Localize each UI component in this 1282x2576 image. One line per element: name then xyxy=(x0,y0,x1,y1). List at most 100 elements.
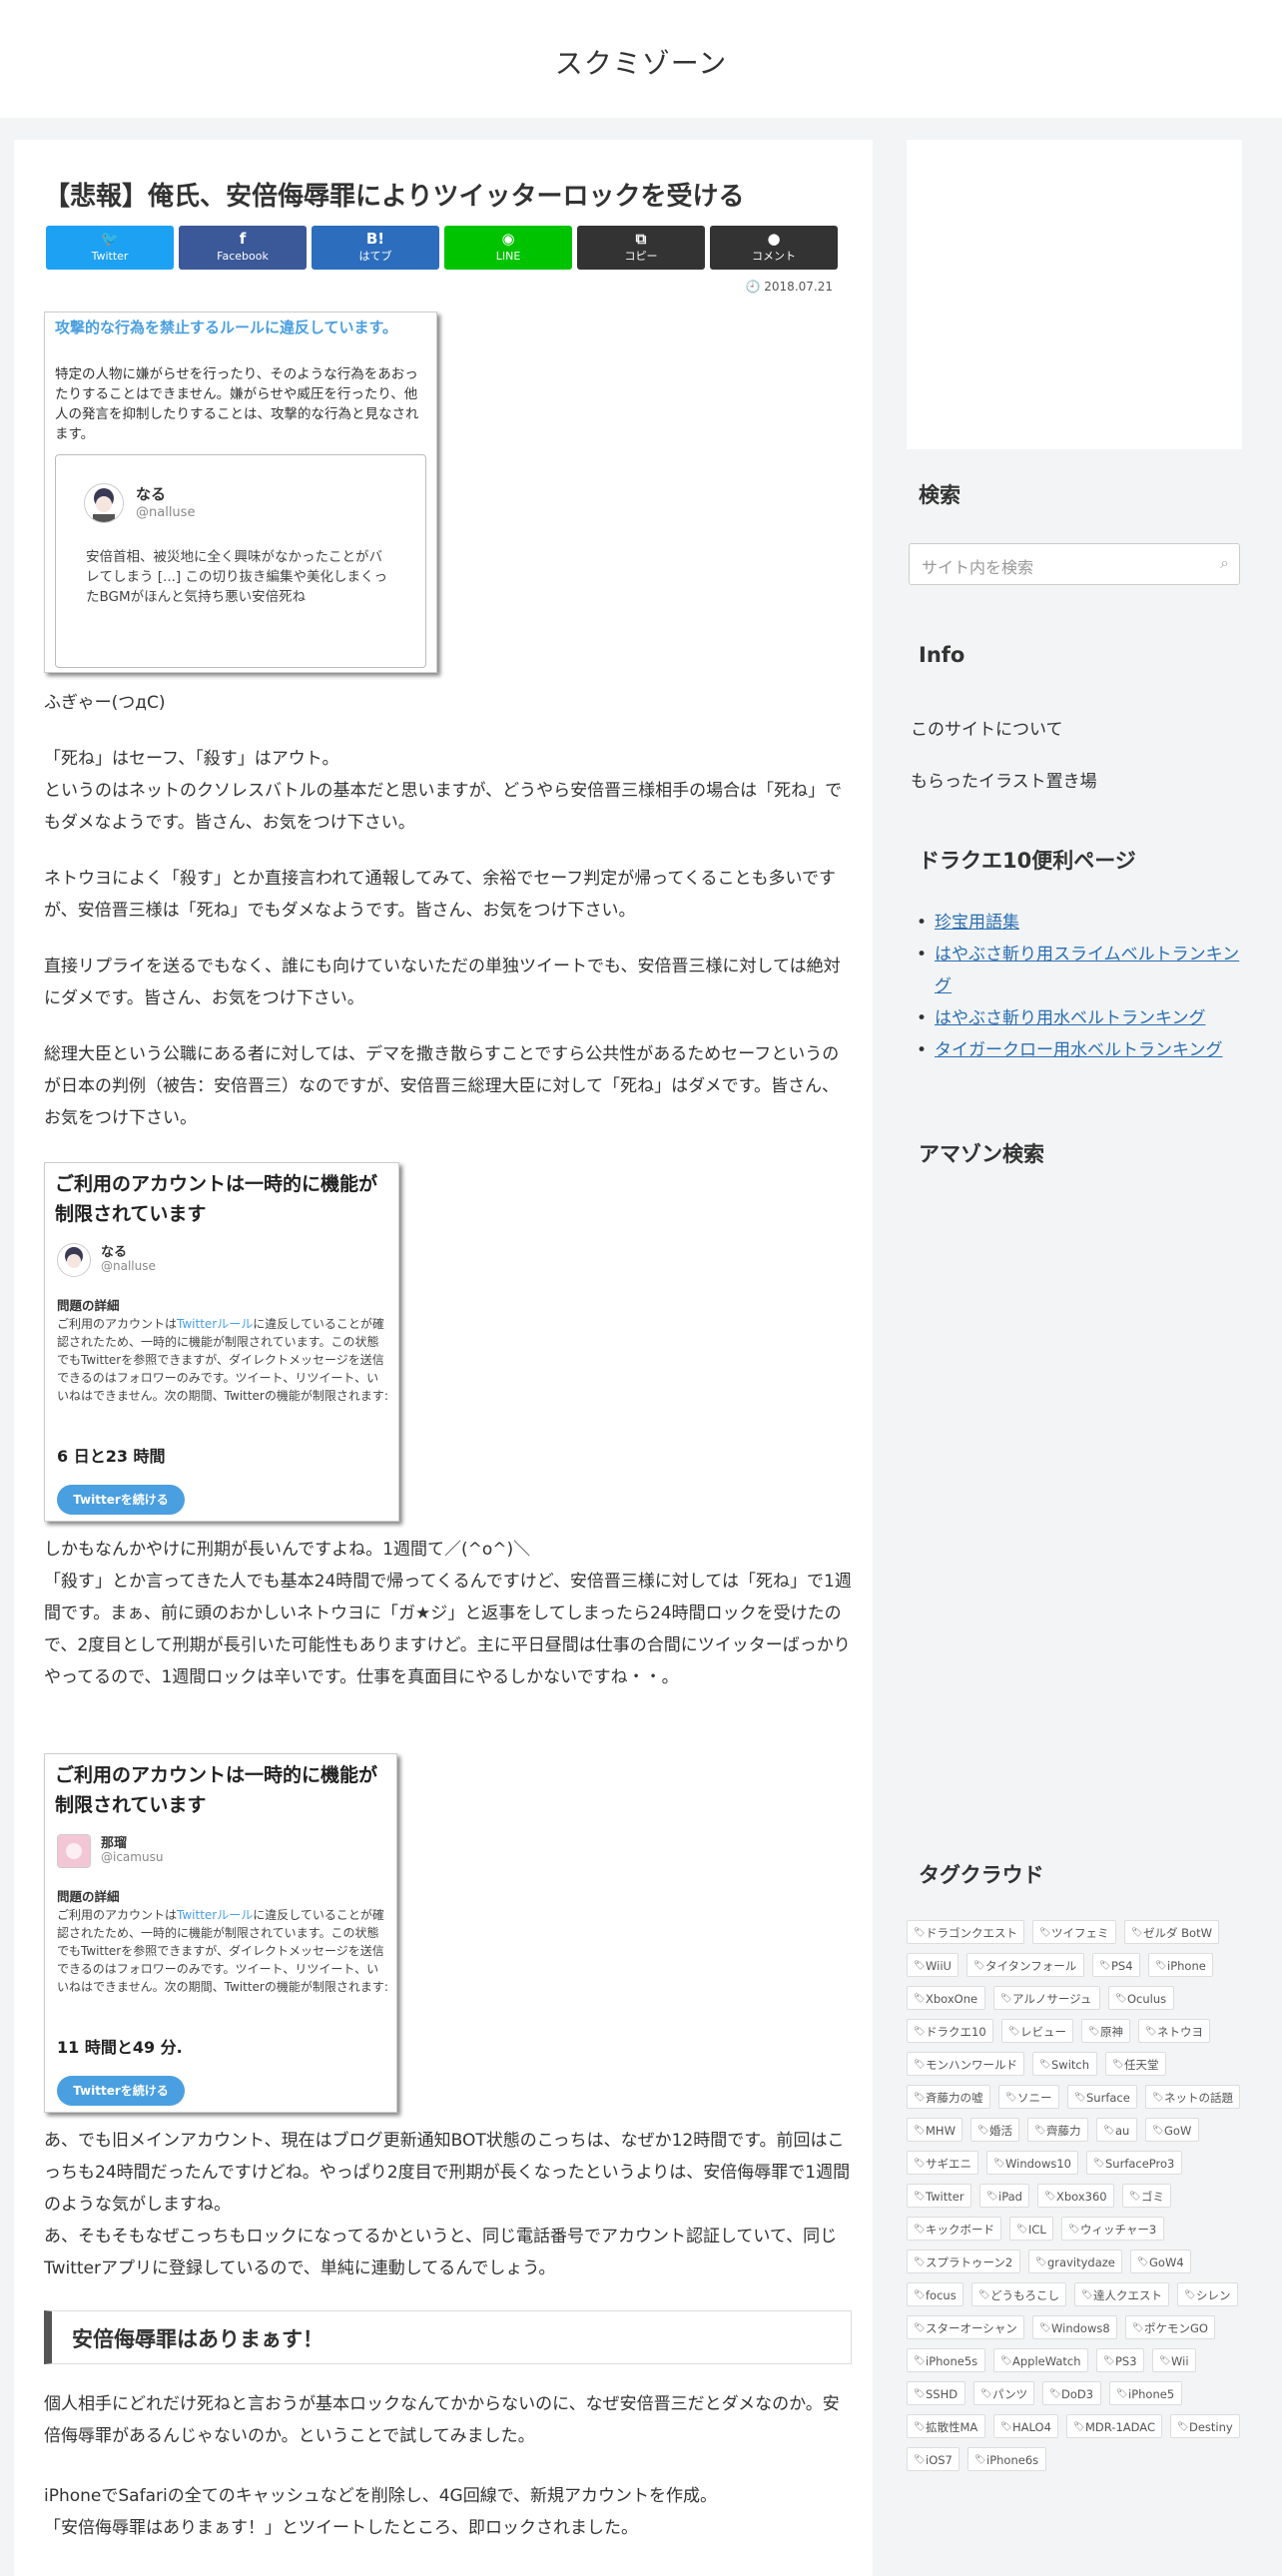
tag-link[interactable]: 🏷 Xbox360 xyxy=(1037,2184,1114,2208)
tag-link[interactable]: 🏷 スプラトゥーン2 xyxy=(907,2250,1020,2273)
tag-link[interactable]: 🏷 iPhone5 xyxy=(1109,2381,1182,2405)
tag-label: ソニー xyxy=(1017,2091,1052,2105)
tag-link[interactable]: 🏷 ツイフェミ xyxy=(1032,1920,1116,1944)
twitter-rules-link[interactable]: Twitterルール xyxy=(177,1317,253,1331)
tag-icon: 🏷 xyxy=(1152,2093,1164,2103)
tag-link[interactable]: 🏷 Oculus xyxy=(1108,1986,1174,2010)
tag-link[interactable]: 🏷 GoW xyxy=(1145,2118,1199,2142)
tag-link[interactable]: 🏷 拡散性MA xyxy=(907,2414,985,2438)
continue-twitter-button[interactable]: Twitterを続ける xyxy=(57,1485,185,1515)
tag-link[interactable]: 🏷 ゴミ xyxy=(1122,2184,1171,2208)
tag-link[interactable]: 🏷 AppleWatch xyxy=(993,2348,1088,2372)
dq-link[interactable]: タイガークロー用水ベルトランキング xyxy=(917,1034,1244,1066)
twitter-rules-link[interactable]: Twitterルール xyxy=(177,1908,253,1922)
detail-heading: 問題の詳細 xyxy=(57,1889,120,1904)
tag-link[interactable]: 🏷 HALO4 xyxy=(993,2414,1058,2438)
paragraph: しかもなんかやけに刑期が長いんですよね。1週間て／(^o^)＼ xyxy=(44,1540,531,1560)
tag-link[interactable]: 🏷 スターオーシャン xyxy=(907,2315,1024,2339)
tag-link[interactable]: 🏷 iOS7 xyxy=(907,2447,960,2471)
tag-link[interactable]: 🏷 XboxOne xyxy=(907,1986,985,2010)
tag-link[interactable]: 🏷 Windows8 xyxy=(1032,2315,1117,2339)
tag-link[interactable]: 🏷 SSHD xyxy=(907,2381,965,2405)
search-input[interactable]: サイト内を検索 ⌕ xyxy=(909,543,1240,585)
violation-description: 特定の人物に嫌がらせを行ったり、そのような行為をあおったりすることはできません。… xyxy=(55,366,419,442)
tag-link[interactable]: 🏷 タイタンフォール xyxy=(966,1953,1084,1977)
site-title[interactable]: スクミゾーン xyxy=(0,42,1282,82)
tag-link[interactable]: 🏷 ゼルダ BotW xyxy=(1124,1920,1219,1944)
share-button-line[interactable]: ◉ LINE xyxy=(444,226,572,270)
search-widget-title: 検索 xyxy=(907,465,1252,525)
dq-link[interactable]: 珍宝用語集 xyxy=(917,907,1244,939)
tag-link[interactable]: 🏷 モンハンワールド xyxy=(907,2052,1024,2076)
tag-link[interactable]: 🏷 ネットの話題 xyxy=(1145,2085,1240,2109)
tag-link[interactable]: 🏷 iPad xyxy=(979,2184,1029,2208)
dq-link[interactable]: はやぶさ斬り用スライムベルトランキング xyxy=(917,939,1244,1002)
tag-icon: 🏷 xyxy=(914,1928,926,1938)
tag-link[interactable]: 🏷 婚活 xyxy=(970,2118,1019,2142)
tag-link[interactable]: 🏷 focus xyxy=(907,2282,963,2306)
tag-link[interactable]: 🏷 iPhone xyxy=(1148,1953,1213,1977)
tag-link[interactable]: 🏷 ポケモンGO xyxy=(1125,2315,1215,2339)
tag-link[interactable]: 🏷 ウィッチャー3 xyxy=(1061,2217,1164,2241)
share-button-コピー[interactable]: ⧉ コピー xyxy=(577,226,705,270)
tag-link[interactable]: 🏷 au xyxy=(1096,2118,1137,2142)
tag-icon: 🏷 xyxy=(1039,2323,1051,2333)
tag-link[interactable]: 🏷 キックボード xyxy=(907,2217,1001,2241)
tag-link[interactable]: 🏷 サギエニ xyxy=(907,2151,978,2175)
tag-link[interactable]: 🏷 レビュー xyxy=(1001,2019,1073,2043)
tag-link[interactable]: 🏷 Wii xyxy=(1152,2348,1196,2372)
tag-link[interactable]: 🏷 Twitter xyxy=(907,2184,971,2208)
tag-link[interactable]: 🏷 ドラゴンクエスト xyxy=(907,1920,1024,1944)
tag-link[interactable]: 🏷 原神 xyxy=(1081,2019,1130,2043)
tag-label: ウィッチャー3 xyxy=(1080,2223,1157,2237)
tag-link[interactable]: 🏷 MDR-1ADAC xyxy=(1066,2414,1162,2438)
tag-link[interactable]: 🏷 MHW xyxy=(907,2118,962,2142)
share-button-はてブ[interactable]: B! はてブ xyxy=(312,226,439,270)
tag-link[interactable]: 🏷 iPhone5s xyxy=(907,2348,985,2372)
tag-link[interactable]: 🏷 ICL xyxy=(1009,2217,1053,2241)
tag-label: Wii xyxy=(1171,2354,1189,2368)
share-button-facebook[interactable]: f Facebook xyxy=(179,226,307,270)
tag-link[interactable]: 🏷 斉藤力の嘘 xyxy=(907,2085,990,2109)
tag-link[interactable]: 🏷 齊藤力 xyxy=(1027,2118,1088,2142)
tag-icon: 🏷 xyxy=(993,2159,1005,2169)
tag-link[interactable]: 🏷 PS4 xyxy=(1092,1953,1140,1977)
tag-link[interactable]: 🏷 WiiU xyxy=(907,1953,959,1977)
tag-link[interactable]: 🏷 ネトウヨ xyxy=(1138,2019,1210,2043)
tag-label: 婚活 xyxy=(989,2124,1012,2138)
tweet-violation-screenshot: 攻撃的な行為を禁止するルールに違反しています。 特定の人物に嫌がらせを行ったり、… xyxy=(44,312,437,673)
tag-link[interactable]: 🏷 ソニー xyxy=(998,2085,1059,2109)
search-icon[interactable]: ⌕ xyxy=(1220,553,1229,573)
tag-link[interactable]: 🏷 任天堂 xyxy=(1105,2052,1166,2076)
tag-link[interactable]: 🏷 GoW4 xyxy=(1130,2250,1191,2273)
tag-link[interactable]: 🏷 パンツ xyxy=(973,2381,1034,2405)
tag-link[interactable]: 🏷 どうもろこし xyxy=(971,2282,1066,2306)
share-icon: ⧉ xyxy=(635,230,647,248)
continue-twitter-button[interactable]: Twitterを続ける xyxy=(57,2076,185,2106)
share-button-twitter[interactable]: 🐦 Twitter xyxy=(46,226,174,270)
tag-label: 斉藤力の嘘 xyxy=(926,2091,983,2105)
tag-link[interactable]: 🏷 PS3 xyxy=(1096,2348,1144,2372)
dq-link[interactable]: はやぶさ斬り用水ベルトランキング xyxy=(917,1002,1244,1034)
tag-label: XboxOne xyxy=(926,1992,978,2006)
tag-link[interactable]: 🏷 ドラクエ10 xyxy=(907,2019,993,2043)
tag-cloud-title: タグクラウド xyxy=(907,1845,1252,1905)
tag-link[interactable]: 🏷 達人クエスト xyxy=(1074,2282,1169,2306)
info-link-illustrations[interactable]: もらったイラスト置き場 xyxy=(911,767,1097,792)
info-link-about[interactable]: このサイトについて xyxy=(911,715,1063,740)
tag-link[interactable]: 🏷 gravitydaze xyxy=(1028,2250,1122,2273)
tag-label: 任天堂 xyxy=(1124,2058,1159,2072)
tag-link[interactable]: 🏷 Surface xyxy=(1067,2085,1137,2109)
tag-link[interactable]: 🏷 Windows10 xyxy=(986,2151,1078,2175)
tag-link[interactable]: 🏷 DoD3 xyxy=(1042,2381,1101,2405)
tag-link[interactable]: 🏷 SurfacePro3 xyxy=(1086,2151,1182,2175)
tag-link[interactable]: 🏷 iPhone6s xyxy=(967,2447,1046,2471)
tag-icon: 🏷 xyxy=(1184,2290,1196,2300)
tag-link[interactable]: 🏷 Destiny xyxy=(1170,2414,1240,2438)
tag-link[interactable]: 🏷 アルノサージュ xyxy=(993,1986,1100,2010)
tag-link[interactable]: 🏷 シレン xyxy=(1177,2282,1238,2306)
tag-link[interactable]: 🏷 Switch xyxy=(1032,2052,1097,2076)
section-heading-text: 安倍侮辱罪はありまぁす！ xyxy=(72,2327,323,2351)
share-button-コメント[interactable]: ● コメント xyxy=(710,226,838,270)
tag-icon: 🏷 xyxy=(1000,2356,1012,2366)
